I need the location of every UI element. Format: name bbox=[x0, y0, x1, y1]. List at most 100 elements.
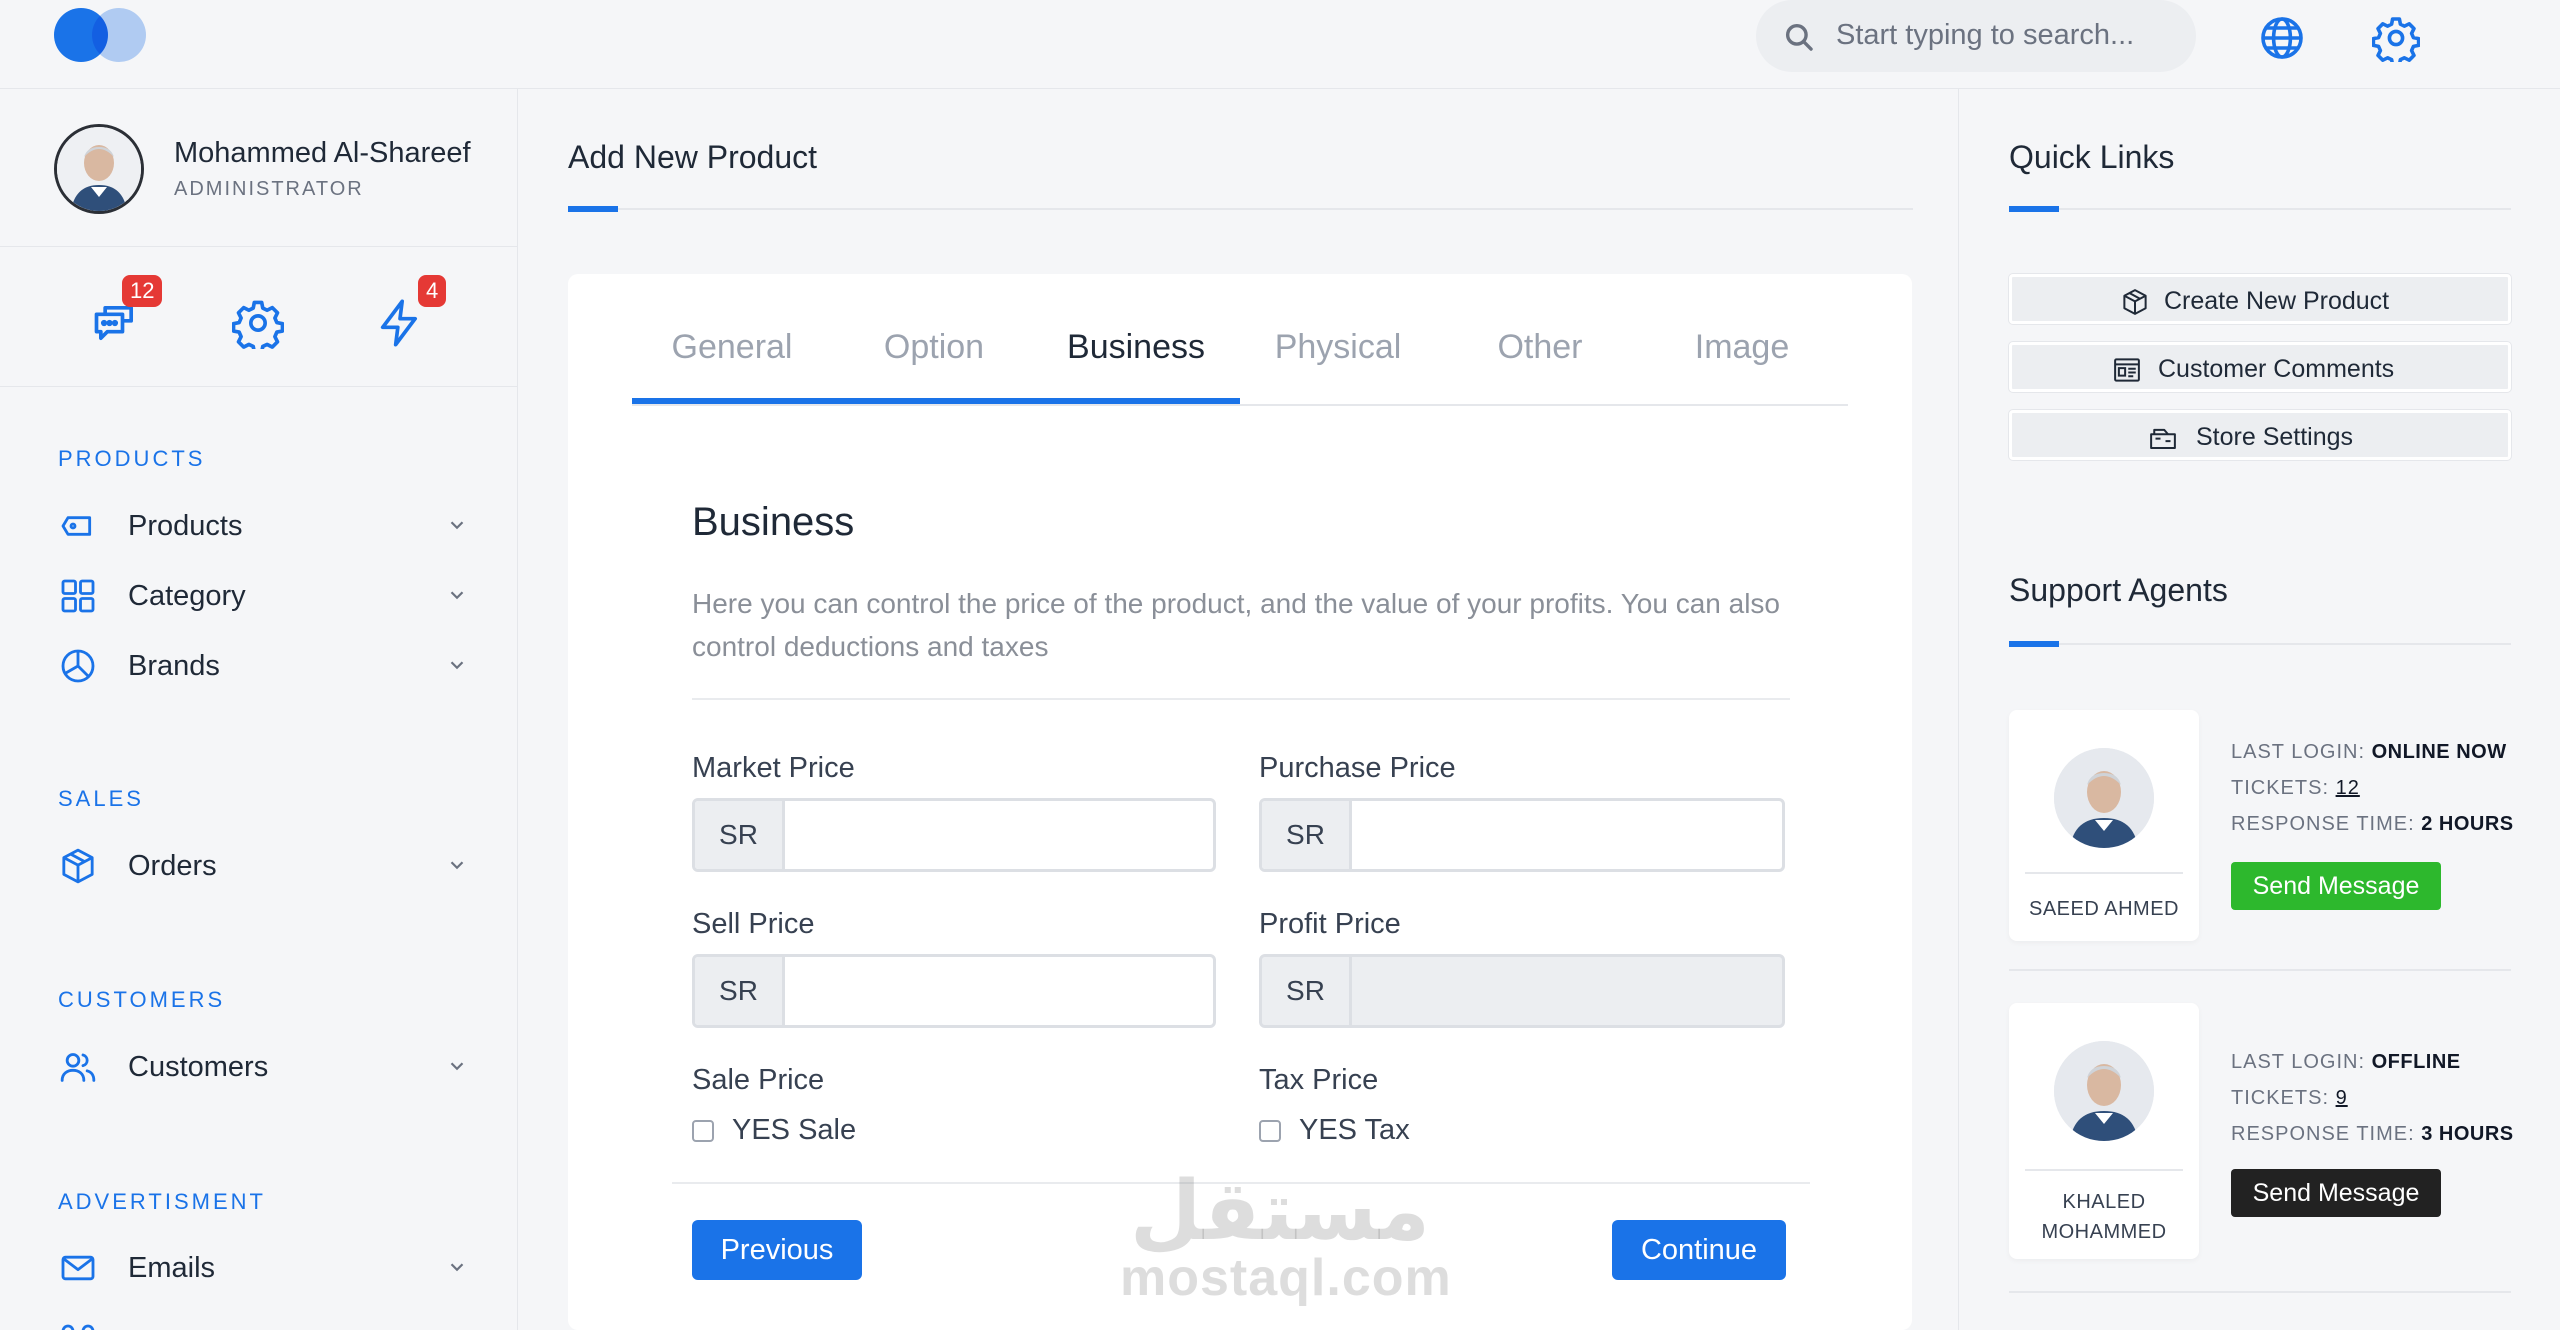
active-tab-indicator bbox=[632, 398, 1240, 404]
sidebar-item-products[interactable]: Products bbox=[58, 500, 468, 550]
agent-response-time: RESPONSE TIME: 2 HOURS bbox=[2231, 813, 2514, 835]
tab-business[interactable]: Business bbox=[1036, 328, 1236, 367]
sidebar-item-emails[interactable]: Emails bbox=[58, 1242, 468, 1292]
sidebar-item-category[interactable]: Category bbox=[58, 570, 468, 620]
section-heading: Business bbox=[692, 500, 855, 544]
sidebar-item-label: Products bbox=[128, 510, 243, 542]
sidebar-item-label: Brands bbox=[128, 650, 220, 682]
section-title-advertisment: ADVERTISMENT bbox=[58, 1189, 266, 1214]
sidebar-item-orders[interactable]: Orders bbox=[58, 840, 468, 890]
section-title-sales: SALES bbox=[58, 786, 144, 811]
lightning-icon[interactable] bbox=[374, 297, 426, 349]
profit-price-field: SR bbox=[1259, 954, 1785, 1028]
tab-other[interactable]: Other bbox=[1440, 328, 1640, 367]
gear-icon[interactable] bbox=[2372, 14, 2420, 62]
support-agents-accent bbox=[2009, 641, 2059, 647]
avatar[interactable] bbox=[54, 124, 144, 214]
quick-links-title: Quick Links bbox=[2009, 139, 2175, 175]
sale-checkbox-label[interactable]: YES Sale bbox=[732, 1114, 856, 1147]
agent-name: SAEED AHMED bbox=[2029, 898, 2179, 920]
tab-physical[interactable]: Physical bbox=[1238, 328, 1438, 367]
tab-image[interactable]: Image bbox=[1642, 328, 1842, 367]
store-settings-button[interactable]: Store Settings bbox=[2009, 410, 2511, 460]
agent-last-login-value: ONLINE NOW bbox=[2371, 741, 2507, 763]
avatar bbox=[2054, 1041, 2154, 1141]
app-logo[interactable] bbox=[54, 8, 150, 64]
mail-icon bbox=[58, 1248, 98, 1288]
agent-name-last: MOHAMMED bbox=[2041, 1221, 2167, 1243]
agent-card[interactable]: KHALED MOHAMMED bbox=[2009, 1003, 2199, 1259]
agent-tickets: TICKETS: 12 bbox=[2231, 777, 2360, 799]
agent-last-login-value: OFFLINE bbox=[2371, 1051, 2461, 1073]
notifications-badge: 4 bbox=[418, 275, 447, 307]
agent-tickets: TICKETS: 9 bbox=[2231, 1087, 2348, 1109]
sidebar-item-brands[interactable]: Brands bbox=[58, 640, 468, 690]
chevron-down-icon[interactable] bbox=[446, 1256, 468, 1278]
continue-button[interactable]: Continue bbox=[1612, 1220, 1786, 1280]
search-icon bbox=[1782, 20, 1816, 54]
tab-option[interactable]: Option bbox=[834, 328, 1034, 367]
sidebar-item-customers[interactable]: Customers bbox=[58, 1041, 468, 1091]
sidebar-item-label: Orders bbox=[128, 850, 217, 882]
agent-last-login: LAST LOGIN: ONLINE NOW bbox=[2231, 741, 2507, 763]
sale-checkbox[interactable] bbox=[692, 1120, 714, 1142]
tab-general[interactable]: General bbox=[632, 328, 832, 367]
agent-last-login: LAST LOGIN: OFFLINE bbox=[2231, 1051, 2461, 1073]
agent-divider-line bbox=[2009, 969, 2511, 971]
agent-tickets-link[interactable]: 9 bbox=[2336, 1087, 2348, 1109]
currency-addon: SR bbox=[695, 957, 785, 1025]
top-bar: Start typing to search... bbox=[0, 0, 2560, 89]
tax-checkbox[interactable] bbox=[1259, 1120, 1281, 1142]
globe-icon[interactable] bbox=[2258, 14, 2306, 62]
agent-divider bbox=[2025, 1169, 2183, 1171]
agent-name-first: KHALED bbox=[2062, 1191, 2146, 1213]
section-title-products: PRODUCTS bbox=[58, 446, 206, 471]
agent-tickets-link[interactable]: 12 bbox=[2336, 777, 2360, 799]
chevron-down-icon[interactable] bbox=[446, 1055, 468, 1077]
agent-card[interactable]: SAEED AHMED bbox=[2009, 710, 2199, 941]
search-input[interactable]: Start typing to search... bbox=[1836, 19, 2134, 52]
grid-icon bbox=[58, 576, 98, 616]
sell-price-label: Sell Price bbox=[692, 908, 815, 940]
watermark: مستقل mostaql.com bbox=[1120, 1171, 1452, 1307]
currency-addon: SR bbox=[1262, 957, 1352, 1025]
chevron-down-icon[interactable] bbox=[446, 514, 468, 536]
users-icon bbox=[58, 1047, 98, 1087]
market-price-field[interactable]: SR bbox=[692, 798, 1216, 872]
page-title: Add New Product bbox=[568, 139, 818, 175]
tab-bar: General Option Business Physical Other I… bbox=[632, 274, 1848, 406]
user-name: Mohammed Al-Shareef bbox=[174, 137, 471, 169]
previous-button[interactable]: Previous bbox=[692, 1220, 862, 1280]
currency-addon: SR bbox=[1262, 801, 1352, 869]
chevron-down-icon[interactable] bbox=[446, 854, 468, 876]
send-message-button[interactable]: Send Message bbox=[2231, 862, 2441, 910]
customer-comments-button[interactable]: Customer Comments bbox=[2009, 342, 2511, 392]
quick-link-label: Create New Product bbox=[2164, 287, 2390, 315]
user-role: ADMINISTRATOR bbox=[174, 178, 364, 200]
messages-badge: 12 bbox=[122, 275, 163, 307]
box-icon bbox=[58, 846, 98, 886]
send-message-button[interactable]: Send Message bbox=[2231, 1169, 2441, 1217]
tax-checkbox-label[interactable]: YES Tax bbox=[1299, 1114, 1410, 1147]
agent-divider-line bbox=[2009, 1291, 2511, 1293]
chevron-down-icon[interactable] bbox=[446, 584, 468, 606]
box-icon bbox=[2120, 287, 2150, 317]
sale-price-label: Sale Price bbox=[692, 1064, 825, 1096]
quick-links-divider bbox=[2009, 208, 2511, 210]
watermark-latin: mostaql.com bbox=[1120, 1249, 1452, 1307]
section-divider bbox=[692, 698, 1790, 700]
search-box[interactable]: Start typing to search... bbox=[1756, 0, 2196, 72]
purchase-price-field[interactable]: SR bbox=[1259, 798, 1785, 872]
right-sidebar: Quick Links Create New Product Customer … bbox=[1958, 89, 2560, 1330]
chevron-down-icon[interactable] bbox=[446, 654, 468, 676]
create-new-product-button[interactable]: Create New Product bbox=[2009, 274, 2511, 324]
quick-link-label: Customer Comments bbox=[2158, 355, 2395, 383]
support-agents-title: Support Agents bbox=[2009, 572, 2228, 608]
sidebar-item-label: Category bbox=[128, 580, 246, 612]
avatar bbox=[2054, 748, 2154, 848]
comments-icon bbox=[2112, 355, 2142, 385]
quick-link-label: Store Settings bbox=[2196, 423, 2354, 451]
settings-icon[interactable] bbox=[232, 297, 284, 349]
sell-price-field[interactable]: SR bbox=[692, 954, 1216, 1028]
left-sidebar: Mohammed Al-Shareef ADMINISTRATOR 12 4 P… bbox=[0, 89, 518, 1330]
